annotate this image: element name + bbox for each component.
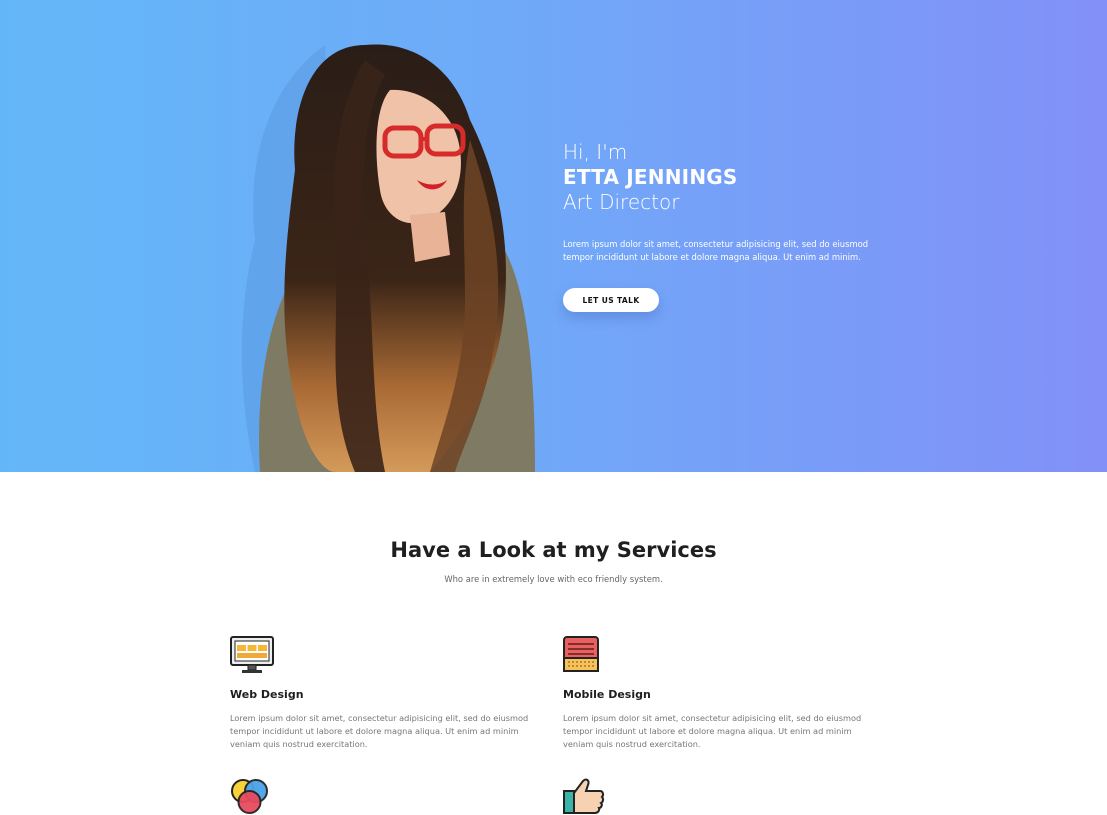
services-title: Have a Look at my Services bbox=[390, 538, 717, 562]
service-title: Mobile Design bbox=[563, 688, 651, 701]
color-wheel-icon bbox=[231, 779, 268, 814]
keyboard-icon bbox=[563, 636, 599, 672]
hero-text-block: Hi, I'm ETTA JENNINGS Art Director Lorem… bbox=[563, 140, 883, 312]
services-section: Have a Look at my Services Who are in ex… bbox=[0, 472, 1107, 814]
portrait-image bbox=[241, 44, 535, 472]
service-mobile-design: Mobile Design Lorem ipsum dolor sit amet… bbox=[563, 636, 883, 751]
service-title: Web Design bbox=[230, 688, 304, 701]
let-us-talk-button[interactable]: LET US TALK bbox=[563, 288, 659, 312]
thumbs-up-icon bbox=[563, 778, 605, 814]
service-description: Lorem ipsum dolor sit amet, consectetur … bbox=[563, 713, 862, 749]
greeting-text: Hi, I'm bbox=[563, 140, 628, 164]
person-role: Art Director bbox=[563, 190, 680, 214]
services-subtitle: Who are in extremely love with eco frien… bbox=[444, 574, 663, 584]
person-name: ETTA JENNINGS bbox=[563, 165, 738, 189]
service-item-3 bbox=[230, 777, 550, 815]
service-description: Lorem ipsum dolor sit amet, consectetur … bbox=[230, 713, 529, 749]
hero-intro-text: Lorem ipsum dolor sit amet, consectetur … bbox=[563, 239, 869, 262]
service-item-4 bbox=[563, 777, 883, 815]
service-web-design: Web Design Lorem ipsum dolor sit amet, c… bbox=[230, 636, 550, 751]
monitor-icon bbox=[230, 636, 274, 673]
hero-section: Hi, I'm ETTA JENNINGS Art Director Lorem… bbox=[0, 0, 1107, 472]
